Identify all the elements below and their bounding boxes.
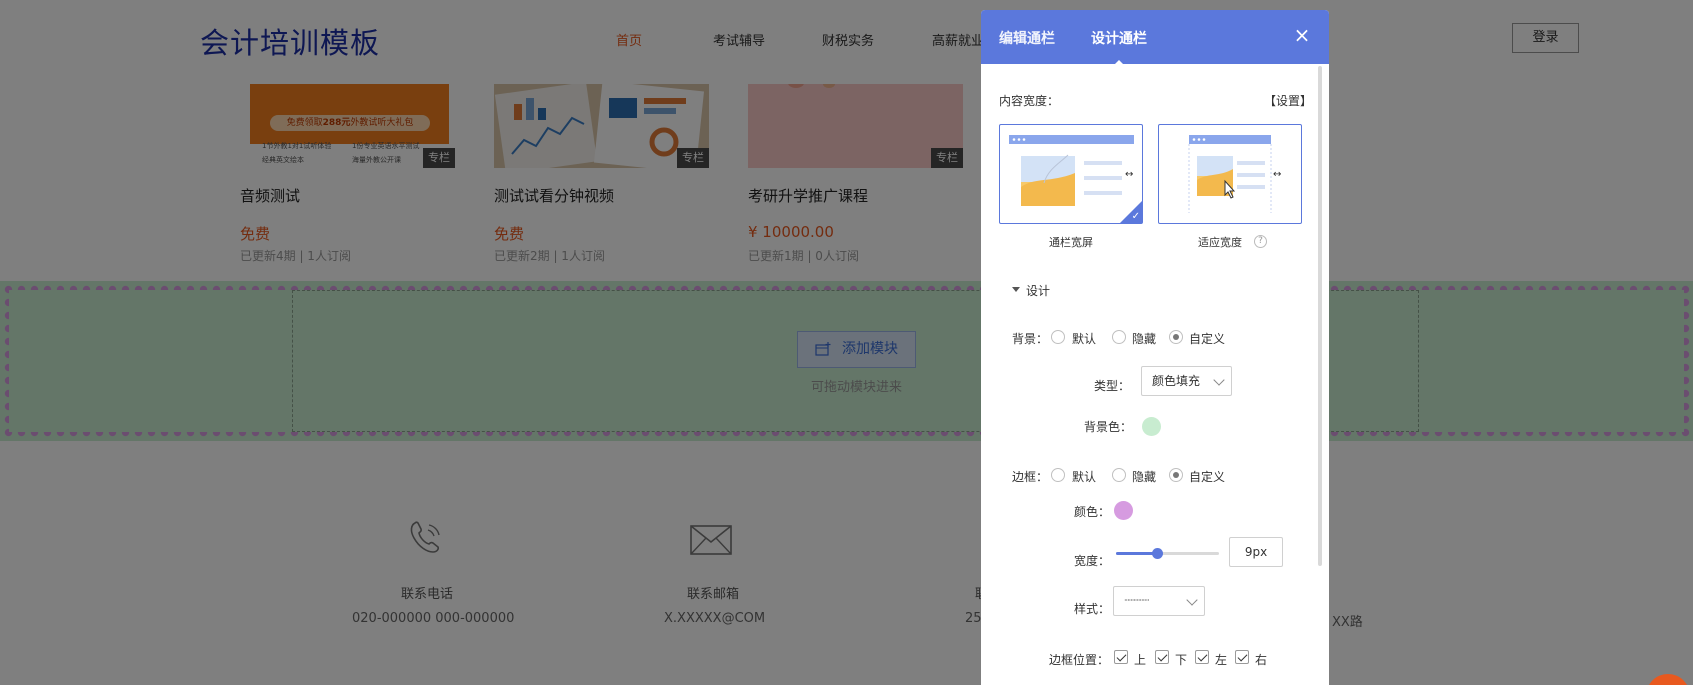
close-icon[interactable]: × xyxy=(1292,25,1312,45)
width-option-fit-label: 适应宽度 xyxy=(1198,236,1242,249)
settings-link[interactable]: 【设置】 xyxy=(1264,92,1312,109)
background-hidden-label[interactable]: 隐藏 xyxy=(1132,330,1156,347)
border-color-label: 颜色： xyxy=(1074,505,1111,519)
background-hidden-radio[interactable] xyxy=(1112,330,1126,344)
border-hidden-radio[interactable] xyxy=(1112,468,1126,482)
border-style-select[interactable]: ················ xyxy=(1113,586,1205,616)
width-option-full[interactable]: ↔ ✓ xyxy=(999,124,1143,224)
background-default-label[interactable]: 默认 xyxy=(1072,330,1096,347)
border-right-checkbox[interactable] xyxy=(1235,650,1249,664)
chevron-down-icon xyxy=(1186,594,1198,606)
width-option-fit[interactable]: ↔ xyxy=(1158,124,1302,224)
border-bottom-label[interactable]: 下 xyxy=(1175,651,1187,668)
svg-text:↔: ↔ xyxy=(1273,169,1281,180)
border-style-label: 样式： xyxy=(1074,602,1111,616)
border-label: 边框： xyxy=(1012,470,1049,484)
fill-type-label: 类型： xyxy=(1094,379,1131,393)
design-section-title[interactable]: 设计 xyxy=(1026,282,1050,299)
border-hidden-label[interactable]: 隐藏 xyxy=(1132,468,1156,485)
tab-edit-banner[interactable]: 编辑通栏 xyxy=(999,28,1055,48)
border-top-checkbox[interactable] xyxy=(1114,650,1128,664)
tab-design-banner[interactable]: 设计通栏 xyxy=(1091,28,1147,67)
fit-width-illustration: ↔ xyxy=(1188,135,1281,213)
collapse-arrow-icon[interactable] xyxy=(1012,287,1020,292)
border-style-value: ················ xyxy=(1124,596,1150,605)
svg-text:↔: ↔ xyxy=(1125,169,1133,180)
border-custom-label[interactable]: 自定义 xyxy=(1189,468,1225,485)
width-option-full-label: 通栏宽屏 xyxy=(1049,236,1093,249)
background-custom-radio[interactable] xyxy=(1169,330,1183,344)
fill-type-value: 颜色填充 xyxy=(1152,374,1201,388)
slider-handle[interactable] xyxy=(1152,548,1164,559)
border-default-label[interactable]: 默认 xyxy=(1072,468,1096,485)
help-icon[interactable]: ? xyxy=(1254,235,1267,248)
border-right-label[interactable]: 右 xyxy=(1255,651,1267,668)
background-color-swatch[interactable] xyxy=(1142,417,1161,436)
background-color-label: 背景色： xyxy=(1084,420,1133,434)
border-bottom-checkbox[interactable] xyxy=(1155,650,1169,664)
border-color-swatch[interactable] xyxy=(1114,501,1133,520)
slider-fill xyxy=(1116,552,1158,555)
border-width-label: 宽度： xyxy=(1074,554,1111,568)
border-position-label: 边框位置： xyxy=(1049,653,1110,667)
fill-type-select[interactable]: 颜色填充 xyxy=(1141,366,1232,396)
design-panel: 编辑通栏 设计通栏 × 内容宽度： 【设置】 ↔ ✓ ↔ 通栏宽屏 适应宽度 ?… xyxy=(981,10,1329,685)
modal-overlay[interactable] xyxy=(0,0,1693,685)
border-width-slider[interactable] xyxy=(1116,548,1219,559)
chevron-down-icon xyxy=(1213,374,1225,386)
background-custom-label[interactable]: 自定义 xyxy=(1189,330,1225,347)
border-width-input[interactable]: 9px xyxy=(1229,537,1283,567)
background-label: 背景： xyxy=(1012,332,1049,346)
panel-scrollbar[interactable] xyxy=(1318,66,1322,566)
border-left-label[interactable]: 左 xyxy=(1215,651,1227,668)
panel-header: 编辑通栏 设计通栏 × xyxy=(981,10,1329,67)
check-icon: ✓ xyxy=(1131,211,1140,222)
border-left-checkbox[interactable] xyxy=(1195,650,1209,664)
border-top-label[interactable]: 上 xyxy=(1134,651,1146,668)
background-default-radio[interactable] xyxy=(1051,330,1065,344)
border-default-radio[interactable] xyxy=(1051,468,1065,482)
border-custom-radio[interactable] xyxy=(1169,468,1183,482)
content-width-label: 内容宽度： xyxy=(999,94,1060,108)
